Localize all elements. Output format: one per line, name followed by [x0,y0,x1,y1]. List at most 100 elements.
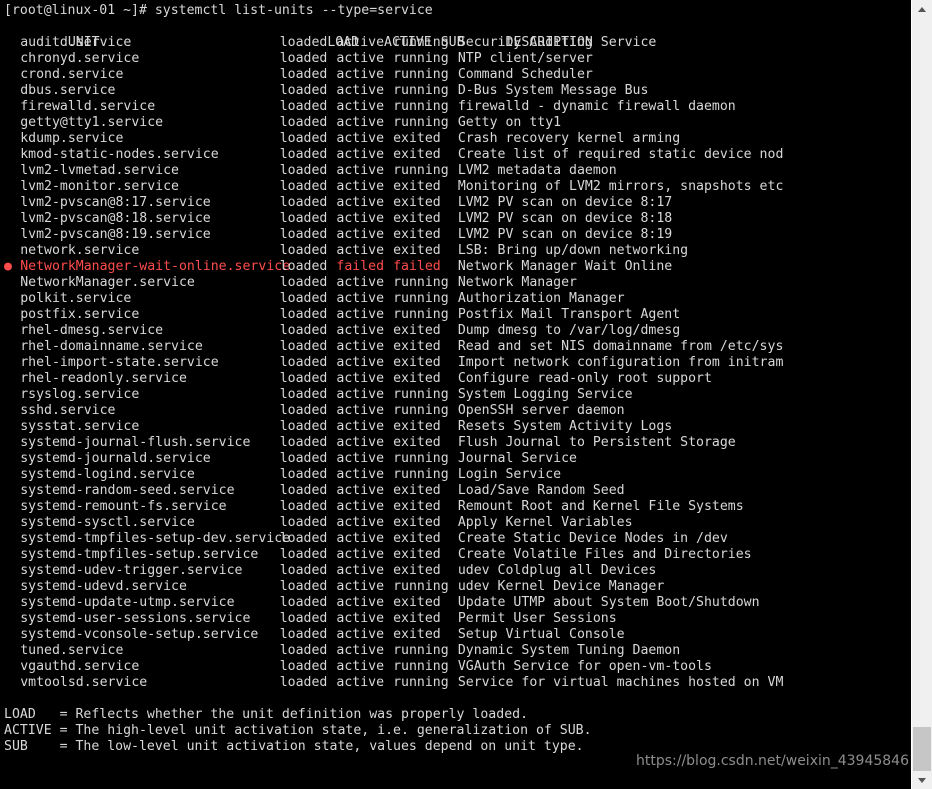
table-row: crond.service loaded active running Command … [4,67,911,83]
row-active-state: active [336,515,385,530]
row-bullet-spacer [4,675,20,691]
row-load-state: loaded [279,547,328,562]
row-description: Dump dmesg to /var/log/dmesg [457,323,681,338]
row-load-state: loaded [279,515,328,530]
row-description: Remount Root and Kernel File Systems [457,499,744,514]
table-row: systemd-update-utmp.service loaded active e… [4,595,911,611]
row-unit-name: systemd-logind.service [20,467,195,482]
row-description: Update UTMP about System Boot/Shutdown [457,595,760,610]
row-active-state: active [336,291,385,306]
table-row: rsyslog.service loaded active running System… [4,387,911,403]
table-row: sysstat.service loaded active exited Resets … [4,419,911,435]
row-sub-state: exited [393,483,441,498]
scrollbar-track[interactable] [912,18,932,771]
row-description: Configure read-only root support [457,371,712,386]
csdn-blog-watermark: https://blog.csdn.net/weixin_43945846 [635,753,909,769]
table-row: systemd-tmpfiles-setup.service loaded acti… [4,547,911,563]
row-sub-state: exited [393,211,441,226]
row-unit-name: firewalld.service [20,99,156,114]
row-description: LVM2 metadata daemon [457,163,617,178]
row-unit-name: systemd-journal-flush.service [20,435,251,450]
row-unit-name: systemd-tmpfiles-setup.service [20,547,259,562]
row-load-state: loaded [279,35,328,50]
row-bullet-spacer [4,611,20,627]
row-description: Getty on tty1 [457,115,562,130]
row-unit-name: NetworkManager.service [20,275,195,290]
table-row: systemd-remount-fs.service loaded active ex… [4,499,911,515]
row-description: Journal Service [457,451,577,466]
row-description: Command Scheduler [457,67,593,82]
row-active-state: active [336,643,385,658]
row-sub-state: running [393,403,449,418]
table-row: lvm2-pvscan@8:17.service loaded active exit… [4,195,911,211]
row-description: NTP client/server [457,51,593,66]
row-unit-name: systemd-user-sessions.service [20,611,251,626]
row-load-state: loaded [279,387,328,402]
row-unit-name: vgauthd.service [20,659,140,674]
row-active-state: active [336,307,385,322]
table-row: lvm2-lvmetad.service loaded active running L… [4,163,911,179]
scrollbar-thumb[interactable] [913,727,931,771]
row-load-state: loaded [279,419,328,434]
row-description: Setup Virtual Console [457,627,625,642]
row-unit-name: sshd.service [20,403,116,418]
row-load-state: loaded [279,211,328,226]
row-sub-state: running [393,35,449,50]
row-load-state: loaded [279,227,328,242]
row-active-state: active [336,227,385,242]
row-unit-name: lvm2-lvmetad.service [20,163,179,178]
row-bullet-spacer [4,131,20,147]
table-row: rhel-domainname.service loaded active exite… [4,339,911,355]
table-row: systemd-tmpfiles-setup-dev.serviceloaded… [4,531,911,547]
row-bullet-spacer [4,99,20,115]
shell-prompt-command-line: [root@linux-01 ~]# systemctl list-units … [4,3,433,18]
row-load-state: loaded [279,467,328,482]
table-row: getty@tty1.service loaded active running Get… [4,115,911,131]
row-bullet-spacer [4,579,20,595]
row-unit-name: systemd-vconsole-setup.service [20,627,259,642]
row-unit-name: network.service [20,243,140,258]
row-active-state: active [336,579,385,594]
row-load-state: loaded [279,483,328,498]
row-unit-name: lvm2-pvscan@8:18.service [20,211,211,226]
row-load-state: loaded [279,403,328,418]
table-row: dbus.service loaded active running D-Bus Sys… [4,83,911,99]
row-sub-state: running [393,579,449,594]
row-sub-state: running [393,99,449,114]
row-active-state: active [336,371,385,386]
row-bullet-spacer [4,291,20,307]
row-active-state: active [336,547,385,562]
row-description: Create Static Device Nodes in /dev [457,531,728,546]
failed-bullet-icon: ● [4,259,12,274]
row-unit-name: dbus.service [20,83,116,98]
row-sub-state: exited [393,435,441,450]
row-bullet-spacer [4,483,20,499]
row-bullet-spacer [4,83,20,99]
scroll-up-button[interactable] [912,0,932,18]
row-sub-state: exited [393,179,441,194]
row-load-state: loaded [279,291,328,306]
table-row: systemd-journal-flush.service loaded activ… [4,435,911,451]
row-description: OpenSSH server daemon [457,403,625,418]
row-active-state: active [336,275,385,290]
row-description: firewalld - dynamic firewall daemon [457,99,736,114]
row-sub-state: running [393,387,449,402]
row-load-state: loaded [279,131,328,146]
row-sub-state: failed [393,259,441,274]
row-description: Create list of required static device no… [457,147,784,162]
terminal-console-output[interactable]: [root@linux-01 ~]# systemctl list-units … [0,0,911,789]
scroll-down-button[interactable] [912,771,932,789]
row-load-state: loaded [279,531,328,546]
table-row: postfix.service loaded active running Postfi… [4,307,911,323]
row-bullet-spacer [4,243,20,259]
row-description: udev Kernel Device Manager [457,579,665,594]
row-description: Dynamic System Tuning Daemon [457,643,681,658]
row-active-state: active [336,563,385,578]
row-sub-state: running [393,451,449,466]
row-bullet-spacer [4,467,20,483]
row-active-state: active [336,35,385,50]
row-unit-name: rhel-import-state.service [20,355,219,370]
row-description: LVM2 PV scan on device 8:18 [457,211,673,226]
row-bullet-spacer [4,323,20,339]
vertical-scrollbar[interactable] [911,0,932,789]
